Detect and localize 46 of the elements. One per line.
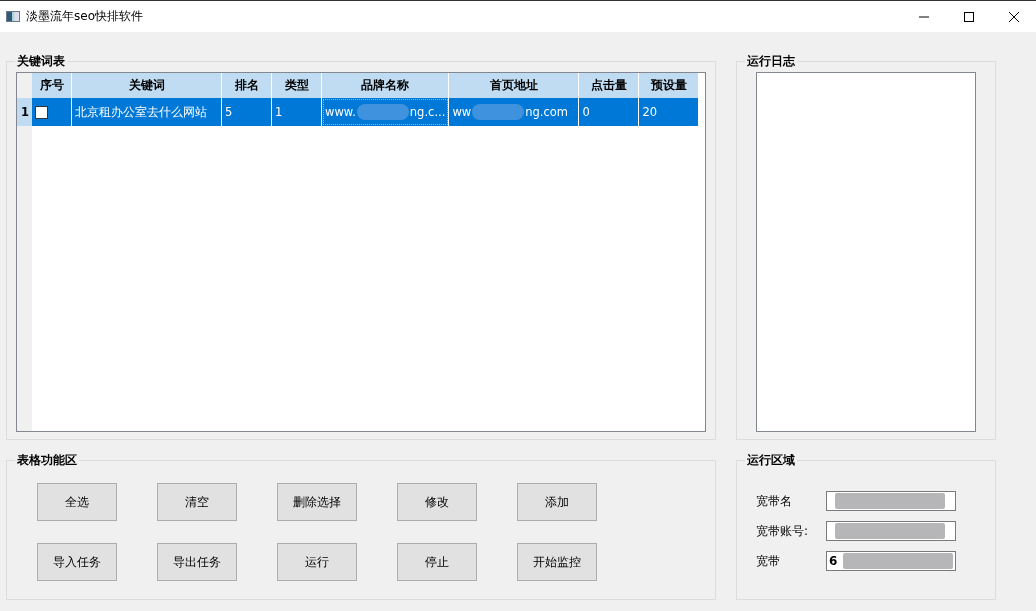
action-button[interactable]: 清空: [157, 483, 237, 521]
field-label: 宽带: [756, 552, 781, 570]
column-header[interactable]: 首页地址: [448, 73, 579, 98]
cell-text: ng.c...: [409, 105, 446, 119]
field-value: 6: [829, 554, 838, 568]
action-button[interactable]: 停止: [397, 543, 477, 581]
group-title: 运行区域: [745, 453, 797, 467]
app-icon: [6, 11, 20, 22]
action-button[interactable]: 删除选择: [277, 483, 357, 521]
action-button[interactable]: 添加: [517, 483, 597, 521]
row-header[interactable]: 1: [17, 98, 32, 126]
column-header[interactable]: 品牌名称: [321, 73, 449, 98]
input-field[interactable]: 6: [826, 551, 956, 571]
checkbox[interactable]: [35, 106, 48, 119]
column-header[interactable]: 类型: [271, 73, 322, 98]
table-cell: 20: [638, 98, 699, 126]
blurred-text: [472, 104, 525, 120]
column-header[interactable]: 点击量: [578, 73, 639, 98]
action-button[interactable]: 导入任务: [37, 543, 117, 581]
action-button[interactable]: 修改: [397, 483, 477, 521]
blurred-text: [356, 104, 409, 120]
column-header[interactable]: 序号: [32, 73, 72, 98]
input-field[interactable]: [826, 491, 956, 511]
field-label: 宽带账号:: [756, 522, 810, 540]
table-cell: 5: [221, 98, 272, 126]
input-field[interactable]: [826, 521, 956, 541]
window-title: 淡墨流年seo快排软件: [26, 8, 143, 25]
table-cell: 1: [271, 98, 322, 126]
table-cell: 北京租办公室去什么网站: [71, 98, 222, 126]
table-cell: 0: [578, 98, 639, 126]
field-label: 宽带名: [756, 492, 793, 510]
action-button[interactable]: 全选: [37, 483, 117, 521]
column-header[interactable]: 排名: [221, 73, 272, 98]
cell-text: www.: [325, 105, 356, 119]
action-button[interactable]: 导出任务: [157, 543, 237, 581]
cell-text: ng.com: [525, 105, 568, 119]
action-button[interactable]: 开始监控: [517, 543, 597, 581]
group-title: 表格功能区: [15, 453, 79, 467]
group-title: 运行日志: [745, 54, 797, 68]
group-title: 关键词表: [15, 54, 67, 68]
cell-text: ww: [452, 105, 472, 119]
column-header[interactable]: 预设量: [638, 73, 699, 98]
close-icon: [1007, 10, 1020, 23]
action-button[interactable]: 运行: [277, 543, 357, 581]
column-header[interactable]: 关键词: [71, 73, 222, 98]
maximize-icon: [962, 10, 975, 23]
